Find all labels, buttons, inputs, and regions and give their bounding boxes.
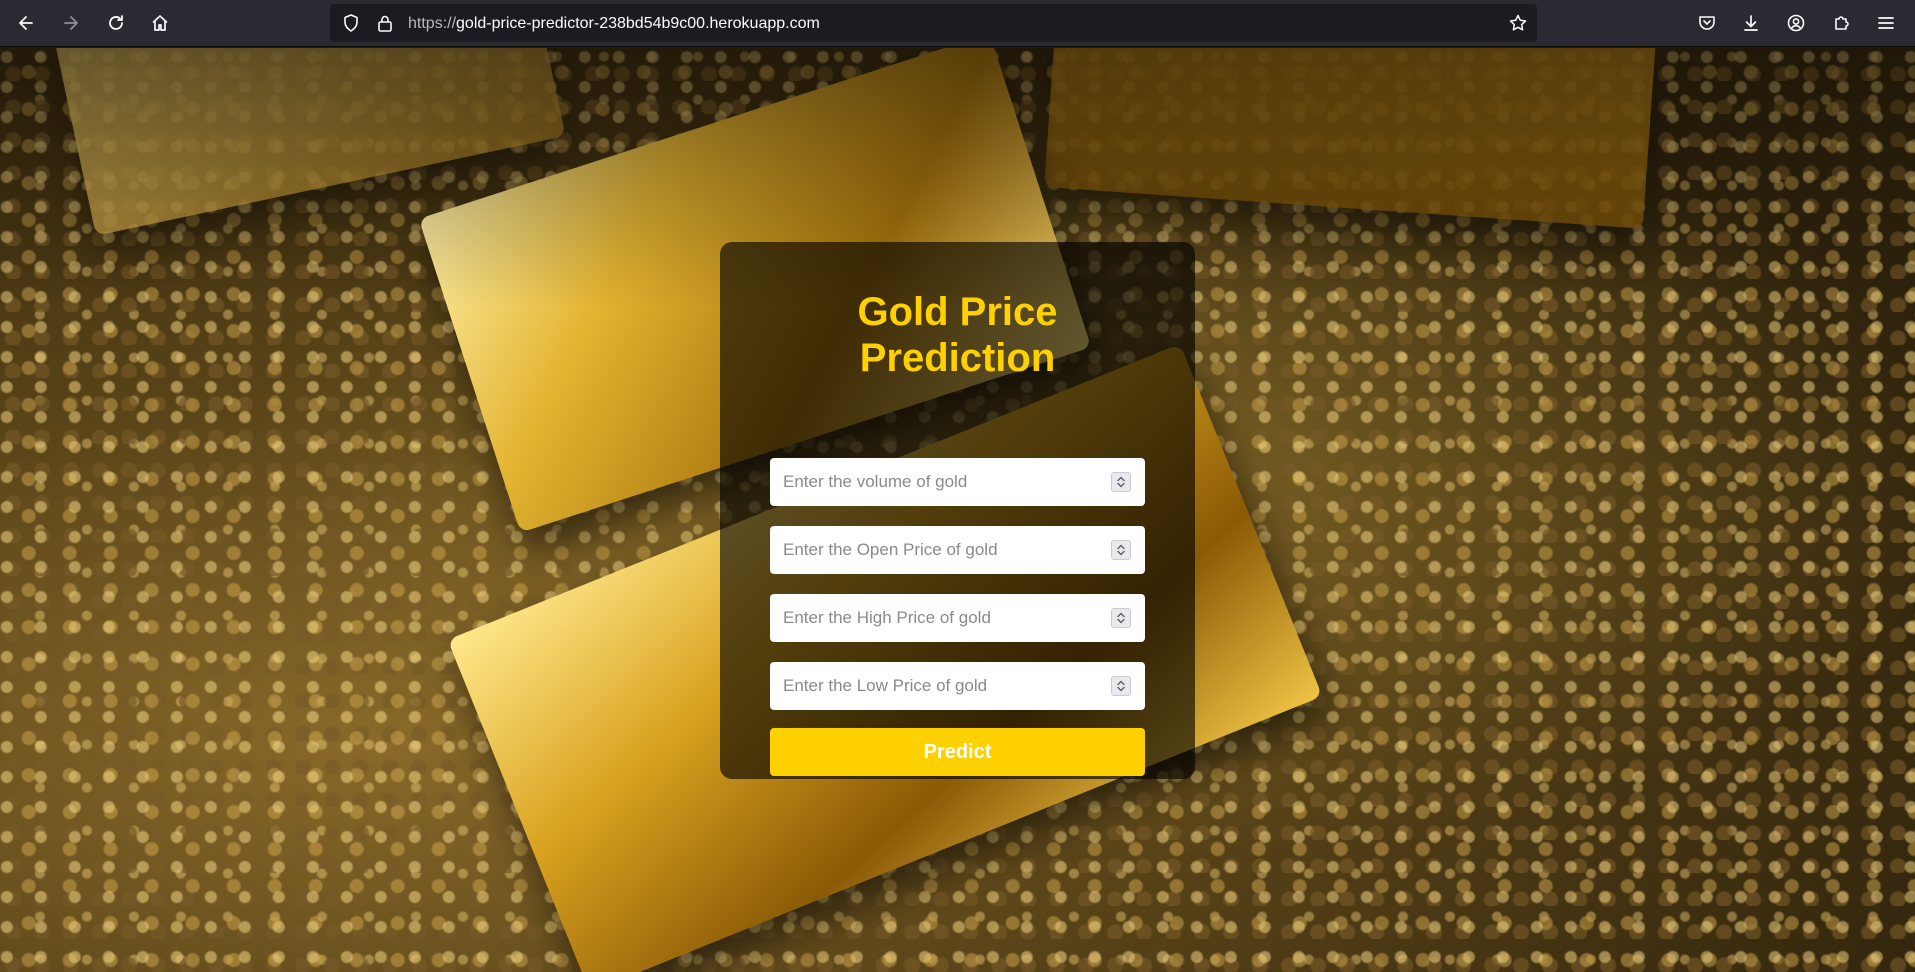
stepper-arrows-icon [1117,544,1125,556]
home-button[interactable] [144,7,176,39]
menu-icon [1878,17,1894,29]
volume-stepper[interactable] [1111,472,1131,492]
open-price-input[interactable] [770,526,1100,574]
prediction-form: Gold Price Prediction Enter the volume o… [720,242,1195,779]
stepper-arrows-icon [1117,680,1125,692]
lock-icon[interactable] [375,13,395,33]
high-price-field [770,594,1145,642]
reload-button[interactable] [100,7,132,39]
high-price-input[interactable] [770,594,1100,642]
predict-button[interactable]: Predict [770,728,1145,776]
app-menu-button[interactable] [1870,7,1902,39]
title-line-2: Prediction [859,336,1056,380]
downloads-icon [1744,15,1758,31]
extensions-icon [1835,16,1849,30]
account-button[interactable] [1780,7,1812,39]
browser-toolbar: https://gold-price-predictor-238bd54b9c0… [0,0,1915,47]
low-price-input[interactable] [770,662,1100,710]
shield-icon[interactable] [341,13,361,33]
url-scheme: https:// [408,15,457,32]
bookmark-star-icon[interactable] [1508,13,1528,33]
high-price-stepper[interactable] [1111,608,1131,628]
account-icon [1787,14,1805,32]
low-price-stepper[interactable] [1111,676,1131,696]
url-host: gold-price-predictor-238bd54b9c00.heroku… [456,15,820,32]
downloads-button[interactable] [1735,7,1767,39]
url-bar[interactable]: https://gold-price-predictor-238bd54b9c0… [330,4,1537,42]
volume-input[interactable] [770,458,1100,506]
open-price-stepper[interactable] [1111,540,1131,560]
extensions-button[interactable] [1825,7,1857,39]
stepper-arrows-icon [1117,476,1125,488]
back-icon [19,16,33,30]
page-viewport: Gold Price Prediction Enter the volume o… [0,48,1915,972]
back-button[interactable] [10,7,42,39]
home-icon [152,15,168,31]
pocket-button[interactable] [1691,7,1723,39]
title-line-1: Gold Price [857,290,1058,334]
low-price-field [770,662,1145,710]
volume-field [770,458,1145,506]
open-price-field [770,526,1145,574]
pocket-icon [1699,16,1715,30]
forward-icon [64,16,78,30]
page-title: Gold Price Prediction [720,289,1195,381]
reload-icon [109,15,123,30]
url-text[interactable]: https://gold-price-predictor-238bd54b9c0… [408,15,820,33]
forward-button[interactable] [55,7,87,39]
stepper-arrows-icon [1117,612,1125,624]
